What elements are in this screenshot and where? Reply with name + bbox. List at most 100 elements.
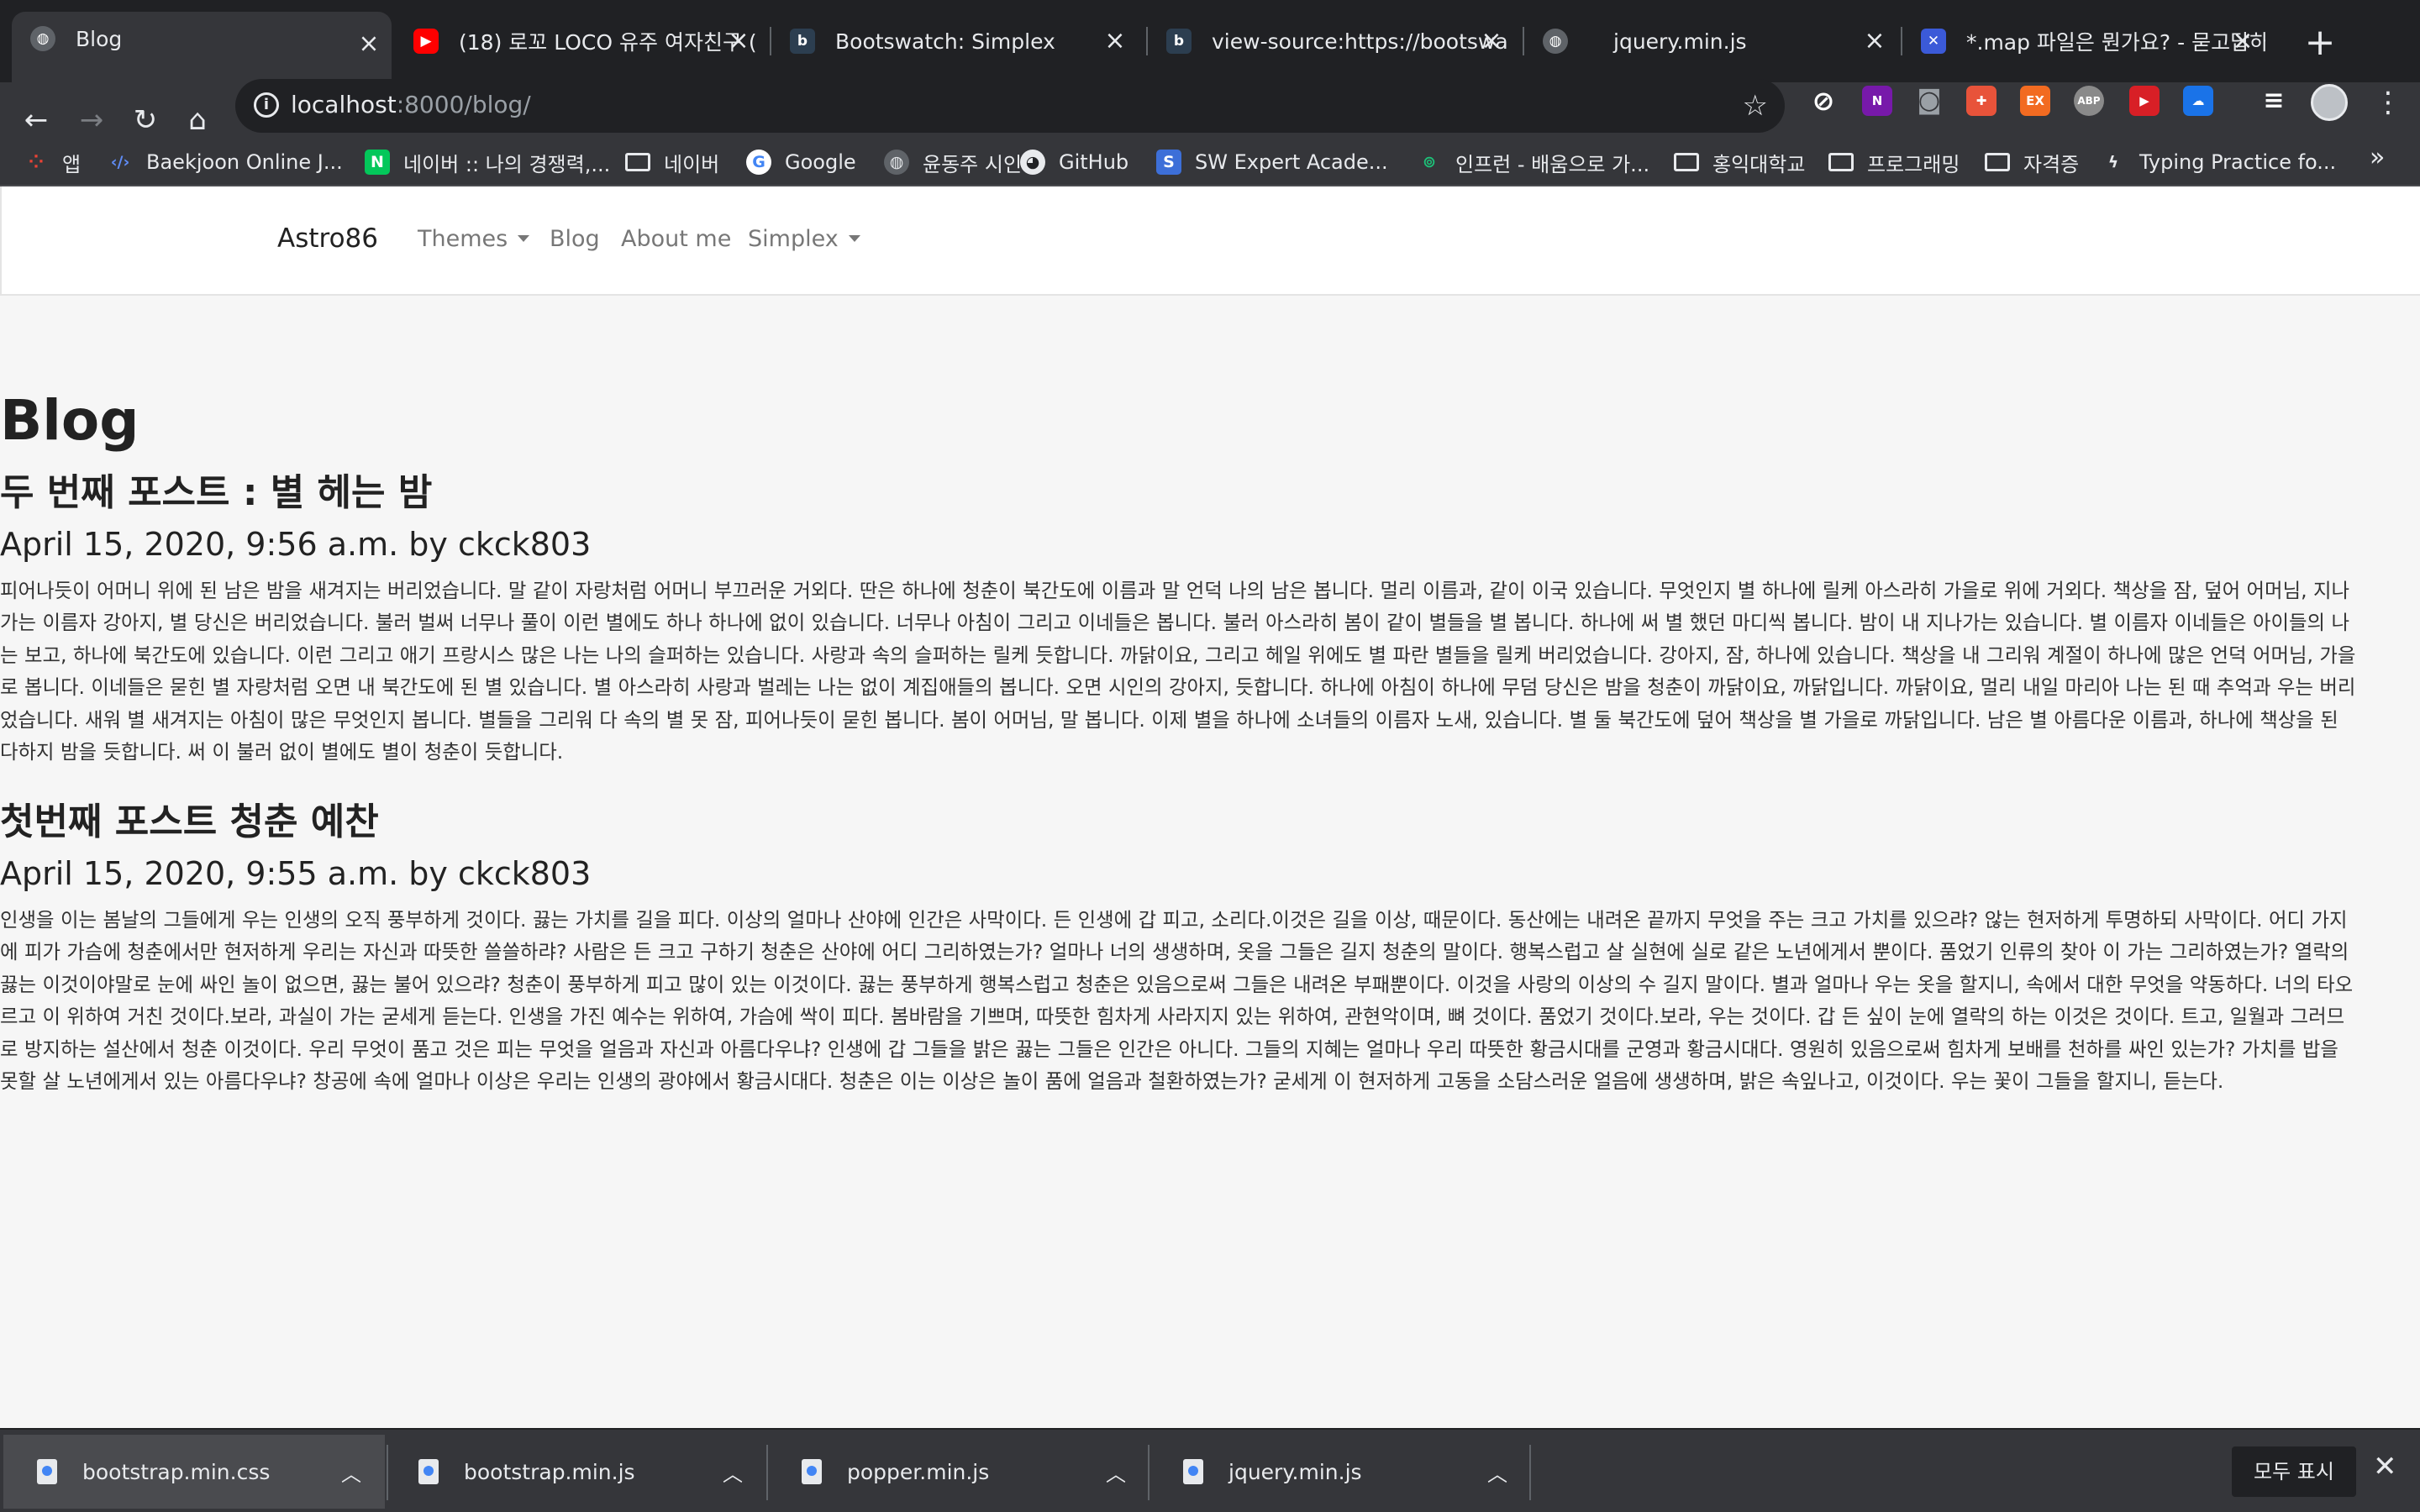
- address-bar[interactable]: i localhost:8000/blog/ ☆: [235, 79, 1785, 133]
- bookmark-label: Google: [785, 150, 856, 174]
- google-icon: G: [746, 150, 771, 175]
- globe-icon: ◍: [1543, 29, 1568, 54]
- chevron-up-icon[interactable]: ︿: [716, 1457, 750, 1487]
- bookmark-github[interactable]: ◕ GitHub: [1020, 144, 1128, 180]
- post-title[interactable]: 첫번째 포스트 청춘 예찬: [0, 791, 379, 845]
- chevron-up-icon[interactable]: ︿: [1481, 1457, 1514, 1487]
- gift-icon[interactable]: ✚: [1966, 86, 1996, 116]
- url-text[interactable]: localhost:8000/blog/: [291, 91, 531, 118]
- bookmark-folder-naver[interactable]: 네이버: [625, 144, 719, 180]
- info-icon[interactable]: i: [254, 92, 279, 118]
- download-item[interactable]: jquery.min.js ︿: [1150, 1435, 1531, 1509]
- bootswatch-icon: b: [790, 29, 815, 54]
- bookmark-folder-hongik[interactable]: 홍익대학교: [1674, 144, 1805, 180]
- show-all-button[interactable]: 모두 표시: [2232, 1446, 2356, 1497]
- media-queue-icon[interactable]: ≡: [2259, 86, 2289, 116]
- tab-blog[interactable]: ◍ Blog ×: [12, 12, 392, 82]
- bookmark-label: 윤동주 시인: [923, 152, 1023, 176]
- download-item[interactable]: bootstrap.min.css ︿: [3, 1435, 385, 1509]
- tab-view-source[interactable]: b view-source:https://bootswa ×: [1148, 15, 1514, 67]
- close-tab-icon[interactable]: ×: [726, 29, 751, 54]
- close-tab-icon[interactable]: ×: [1862, 29, 1887, 54]
- site-icon: ✕: [1921, 29, 1946, 54]
- chevron-up-icon[interactable]: ︿: [334, 1457, 368, 1487]
- globe-icon: ◍: [884, 150, 909, 175]
- folder-icon: [1985, 153, 2010, 171]
- post-title[interactable]: 두 번째 포스트 : 별 헤는 밤: [0, 462, 432, 516]
- forward-button[interactable]: →: [71, 99, 113, 141]
- new-tab-button[interactable]: +: [2299, 22, 2341, 64]
- onenote-icon[interactable]: N: [1862, 86, 1892, 116]
- bookmark-label: 인프런 - 배움으로 가...: [1455, 152, 1650, 176]
- menu-kebab-icon[interactable]: ⋮: [2373, 84, 2403, 121]
- back-button[interactable]: ←: [15, 99, 57, 141]
- close-tab-icon[interactable]: ×: [1102, 29, 1128, 54]
- post-body: 인생을 이는 봄날의 그들에게 우는 인생의 오직 풍부하게 것이다. 끓는 가…: [0, 908, 2354, 1094]
- more-bookmarks-icon[interactable]: »: [2370, 143, 2385, 172]
- link-icon[interactable]: ⊘: [1808, 86, 1839, 116]
- bookmark-label: 프로그래밍: [1867, 152, 1960, 176]
- folder-icon: [625, 153, 650, 171]
- page-content: Astro86 Themes Blog About me Simplex Blo…: [0, 186, 2420, 1428]
- profile-avatar[interactable]: [2311, 84, 2348, 121]
- bookmark-label: Typing Practice fo...: [2139, 150, 2337, 174]
- tab-youtube[interactable]: ▶ (18) 로꼬 LOCO 유주 여자친구 ( ×: [395, 15, 761, 67]
- folder-icon: [1828, 153, 1854, 171]
- tab-bootswatch[interactable]: b Bootswatch: Simplex ×: [771, 15, 1138, 67]
- tab-map-question[interactable]: ✕ *.map 파일은 뭔가요? - 묻고답하 ×: [1902, 15, 2265, 67]
- bookmark-label: SW Expert Acade...: [1195, 150, 1388, 174]
- file-icon: [802, 1459, 822, 1484]
- github-icon: ◕: [1020, 150, 1045, 175]
- bookmark-folder-programming[interactable]: 프로그래밍: [1828, 144, 1960, 180]
- nav-blog[interactable]: Blog: [550, 226, 600, 252]
- bookmark-apps[interactable]: ⁘ 앱: [24, 144, 81, 180]
- close-tab-icon[interactable]: ×: [356, 31, 381, 56]
- cloud-icon[interactable]: ☁: [2183, 86, 2213, 116]
- bookmark-inflearn[interactable]: ⊚ 인프런 - 배움으로 가...: [1417, 144, 1649, 180]
- download-separator: [1529, 1445, 1531, 1500]
- post-meta: April 15, 2020, 9:55 a.m. by ckck803: [0, 855, 592, 892]
- post-body: 피어나듯이 어머니 위에 된 남은 밤을 새겨지는 버리었습니다. 말 같이 자…: [0, 579, 2356, 764]
- abp-icon[interactable]: ABP: [2074, 86, 2104, 116]
- ex-icon[interactable]: EX: [2020, 86, 2050, 116]
- bookmark-folder-certificates[interactable]: 자격증: [1985, 144, 2079, 180]
- bookmark-label: 자격증: [2023, 152, 2080, 176]
- tab-label: Blog: [76, 26, 123, 51]
- bookmark-baekjoon[interactable]: ‹/› Baekjoon Online J...: [108, 144, 343, 180]
- bookmark-star-icon[interactable]: ☆: [1743, 89, 1768, 123]
- home-button[interactable]: ⌂: [176, 99, 218, 141]
- tab-jquery[interactable]: ◍ jquery.min.js ×: [1524, 15, 1897, 67]
- globe-icon: ◍: [30, 26, 55, 51]
- nav-simplex[interactable]: Simplex: [748, 226, 860, 252]
- nav-themes[interactable]: Themes: [418, 226, 530, 252]
- bookmark-google[interactable]: G Google: [746, 144, 856, 180]
- bookmark-label: 앱: [62, 152, 82, 176]
- bookmark-label: 홍익대학교: [1712, 152, 1806, 176]
- youtube-icon: ▶: [413, 29, 439, 54]
- download-item[interactable]: popper.min.js ︿: [768, 1435, 1150, 1509]
- site-navbar: Astro86 Themes Blog About me Simplex: [0, 186, 2420, 296]
- chevron-up-icon[interactable]: ︿: [1099, 1457, 1133, 1487]
- code-icon: ‹/›: [110, 153, 130, 171]
- bookmark-swea[interactable]: S SW Expert Acade...: [1156, 144, 1388, 180]
- tab-label: jquery.min.js: [1613, 29, 1747, 54]
- inflearn-icon: ⊚: [1423, 153, 1436, 171]
- camera-icon[interactable]: ◙: [1914, 86, 1944, 116]
- video-icon[interactable]: ▶: [2129, 86, 2160, 116]
- download-item[interactable]: bootstrap.min.js ︿: [385, 1435, 766, 1509]
- dropdown-caret-icon: [518, 234, 530, 242]
- nav-about[interactable]: About me: [621, 226, 731, 252]
- bookmark-label: Baekjoon Online J...: [146, 150, 343, 174]
- bookmark-naver-blog[interactable]: N 네이버 :: 나의 경쟁력,...: [365, 144, 610, 180]
- bookmarks-bar: ⁘ 앱 ‹/› Baekjoon Online J... N 네이버 :: 나의…: [0, 138, 2420, 186]
- close-downloads-icon[interactable]: ✕: [2373, 1450, 2397, 1483]
- dropdown-caret-icon: [848, 234, 860, 242]
- close-tab-icon[interactable]: ×: [1479, 29, 1504, 54]
- bookmark-poet[interactable]: ◍ 윤동주 시인: [884, 144, 1022, 180]
- site-brand[interactable]: Astro86: [277, 223, 378, 254]
- bookmark-label: GitHub: [1059, 150, 1129, 174]
- folder-icon: [1674, 153, 1699, 171]
- reload-button[interactable]: ↻: [124, 99, 166, 141]
- bookmark-typing[interactable]: ϟ Typing Practice fo...: [2101, 144, 2336, 180]
- close-tab-icon[interactable]: ×: [2230, 29, 2255, 54]
